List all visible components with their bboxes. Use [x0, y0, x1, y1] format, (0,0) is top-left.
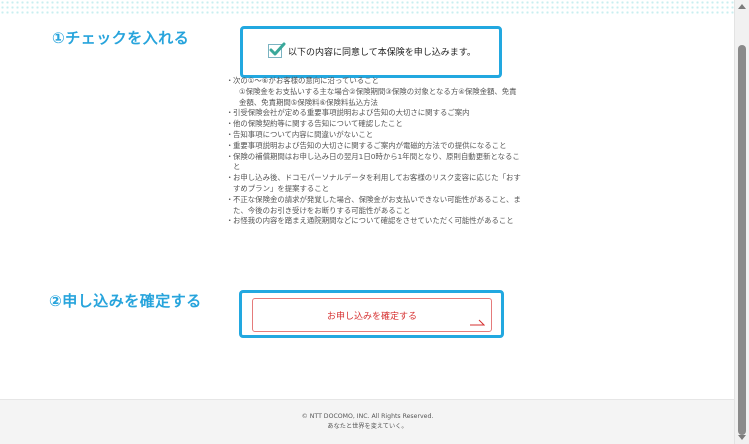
condition-item: お怪我の内容を踏まえ通院期間などについて確認をさせていただく可能性があること — [226, 216, 521, 227]
scroll-down-arrow-icon[interactable] — [738, 435, 746, 440]
condition-subtext: ①保険金をお支払いする主な場合②保険期間③保険の対象となる方④保険金額、免責金額… — [239, 86, 517, 107]
condition-item: 不正な保険金の請求が発覚した場合、保険金がお支払いできない可能性があること、また… — [226, 195, 521, 217]
condition-item: 次の①～⑥がお客様の意向に沿っていること ①保険金をお支払いする主な場合②保険期… — [226, 76, 521, 108]
step1-annotation: ①チェックを入れる — [52, 29, 190, 47]
condition-item: 保険の補償期間はお申し込み日の翌月1日0時から1年間となり、原則自動更新となるこ… — [226, 152, 521, 174]
checkmark-icon — [269, 42, 286, 56]
condition-item: お申し込み後、ドコモパーソナルデータを利用してお客様のリスク変容に応じた「おすす… — [226, 173, 521, 195]
decorative-dot-band — [0, 0, 735, 14]
condition-item: 告知事項について内容に間違いがないこと — [226, 130, 521, 141]
copyright-text: © NTT DOCOMO, INC. All Rights Reserved. — [301, 413, 434, 420]
footer: © NTT DOCOMO, INC. All Rights Reserved. … — [0, 399, 735, 444]
condition-text: 次の①～⑥がお客様の意向に沿っていること — [233, 76, 379, 85]
agreement-checkbox-row[interactable]: 以下の内容に同意して本保険を申し込みます。 — [268, 42, 476, 58]
confirm-button-label: お申し込みを確定する — [326, 311, 417, 322]
tagline-text: あなたと世界を変えていく。 — [327, 423, 408, 430]
condition-item: 他の保険契約等に関する告知について確認したこと — [226, 119, 521, 130]
scroll-up-arrow-icon[interactable] — [738, 4, 746, 9]
conditions-list: 次の①～⑥がお客様の意向に沿っていること ①保険金をお支払いする主な場合②保険期… — [226, 76, 521, 227]
agreement-checkbox[interactable] — [268, 42, 286, 58]
agreement-label: 以下の内容に同意して本保険を申し込みます。 — [288, 47, 476, 58]
condition-item: 引受保険会社が定める重要事項説明および告知の大切さに関するご案内 — [226, 108, 521, 119]
page: ①チェックを入れる ②申し込みを確定する 以下の内容に同意して本保険を申し込みま… — [0, 0, 749, 444]
step2-annotation: ②申し込みを確定する — [49, 292, 202, 310]
arrow-right-icon — [470, 319, 485, 326]
scrollbar-thumb[interactable] — [738, 45, 746, 435]
condition-item: 重要事項説明および告知の大切さに関するご案内が電磁的方法での提供になること — [226, 141, 521, 152]
confirm-application-button[interactable]: お申し込みを確定する — [252, 298, 492, 332]
vertical-scrollbar[interactable] — [734, 0, 749, 444]
